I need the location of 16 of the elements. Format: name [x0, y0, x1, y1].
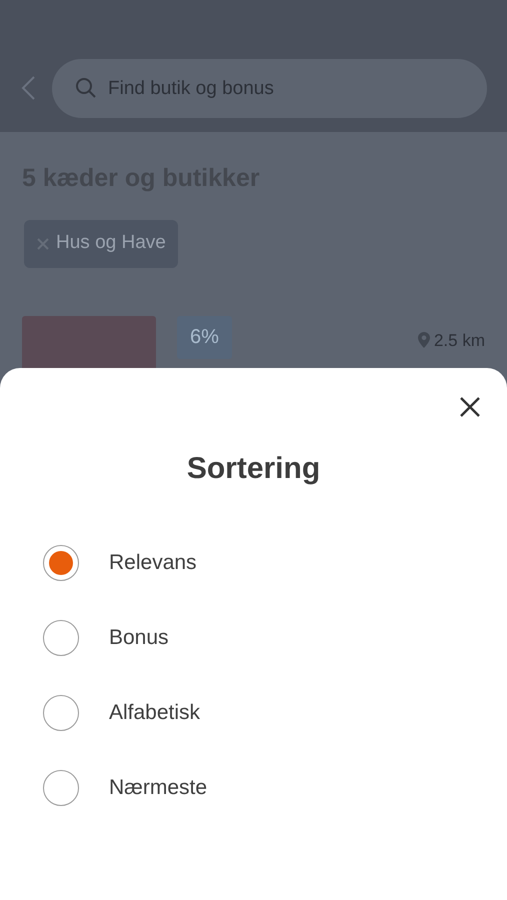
radio-button[interactable]	[43, 544, 79, 580]
radio-button[interactable]	[43, 694, 79, 730]
option-label[interactable]: Nærmeste	[109, 772, 208, 804]
search-icon	[74, 76, 98, 100]
remove-icon	[36, 236, 50, 250]
search-field[interactable]: Find butik og bonus	[52, 59, 487, 118]
option-label[interactable]: Bonus	[109, 622, 169, 654]
option-label[interactable]: Relevans	[109, 546, 197, 578]
option-label[interactable]: Alfabetisk	[109, 696, 200, 728]
location-pin-icon	[418, 332, 430, 348]
bonus-badge: 6%	[177, 316, 232, 358]
radio-button[interactable]	[43, 770, 79, 806]
radio-button[interactable]	[43, 620, 79, 656]
close-icon	[459, 396, 481, 418]
distance-label: 2.5 km	[434, 330, 485, 352]
sheet-title: Sortering	[186, 451, 320, 487]
